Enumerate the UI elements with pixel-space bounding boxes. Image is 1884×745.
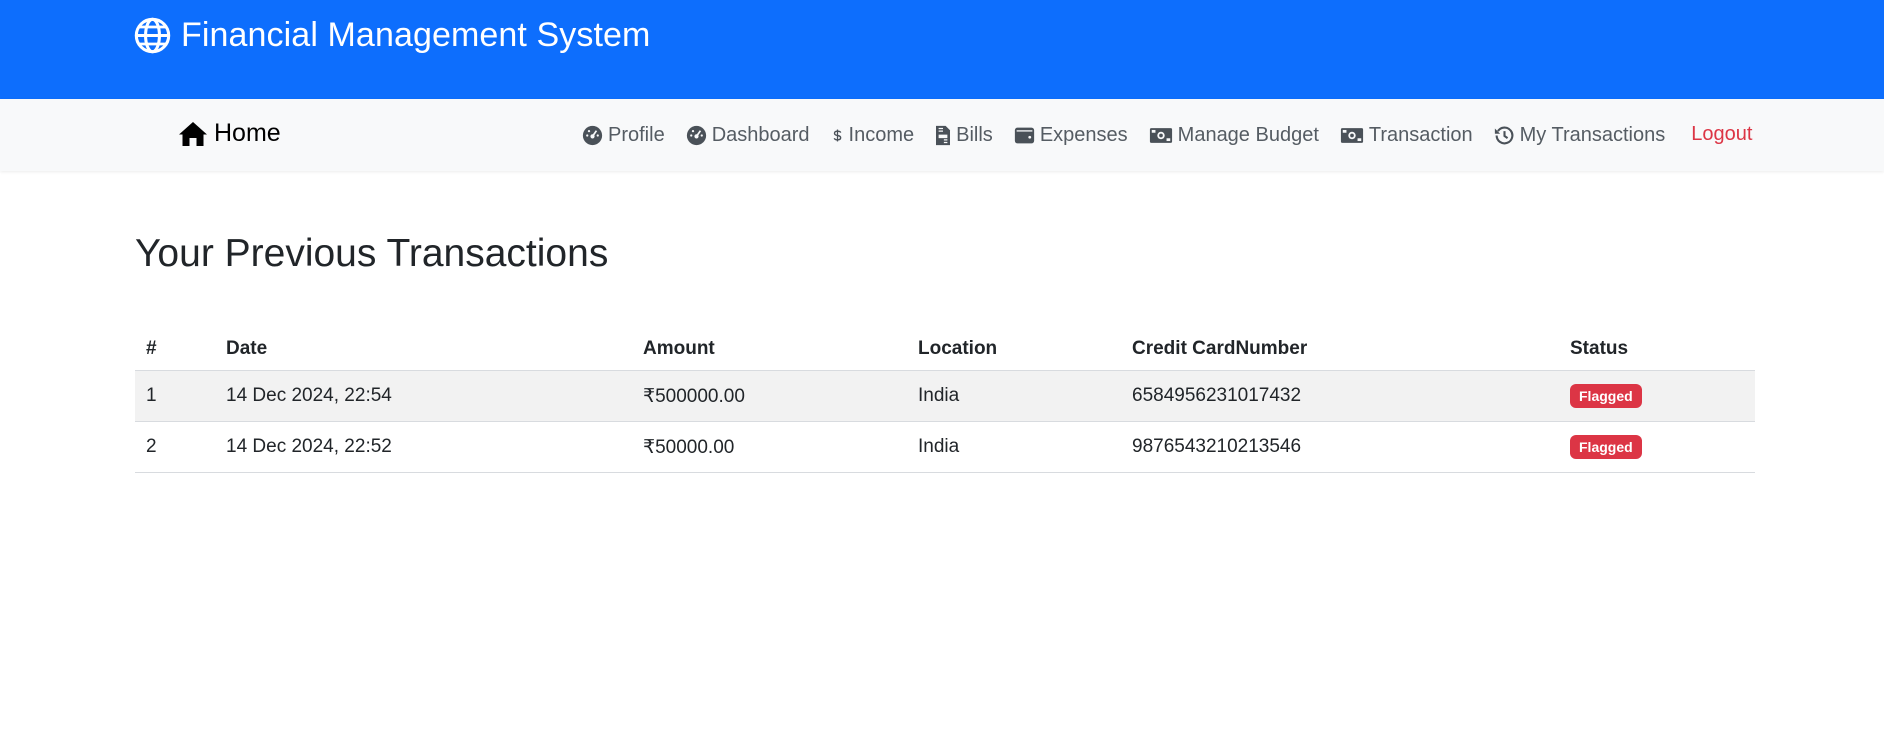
nav-item-label: Bills — [956, 123, 993, 146]
cell-status: Flagged — [1559, 421, 1755, 473]
nav-home-label: Home — [214, 119, 281, 147]
gauge-icon — [686, 125, 706, 145]
nav-menu: Profile Dashboard Income Bills Expenses … — [582, 120, 1752, 150]
cell-location: India — [907, 421, 1121, 473]
logout-link[interactable]: Logout — [1691, 123, 1752, 146]
column-header-date: Date — [215, 328, 632, 371]
navbar: Home Profile Dashboard Income Bills Expe… — [0, 99, 1884, 171]
nav-item-label: Manage Budget — [1177, 123, 1319, 146]
column-header-card-number: Credit CardNumber — [1121, 328, 1559, 371]
column-header-amount: Amount — [632, 328, 907, 371]
wallet-icon — [1014, 127, 1034, 143]
cell-amount: ₹500000.00 — [632, 370, 907, 422]
nav-item-dashboard[interactable]: Dashboard — [686, 124, 810, 147]
nav-item-label: Income — [848, 123, 915, 146]
nav-item-my-transactions[interactable]: My Transactions — [1494, 123, 1666, 147]
nav-item-label: Expenses — [1039, 123, 1128, 146]
app-title: Financial Management System — [181, 15, 651, 54]
money-bill-icon — [1149, 127, 1172, 143]
dollar-icon — [833, 129, 841, 141]
nav-item-label: Transaction — [1368, 123, 1473, 146]
brand[interactable]: Financial Management System — [134, 16, 650, 54]
table-row: 2 14 Dec 2024, 22:52 ₹50000.00 India 987… — [135, 421, 1755, 473]
column-header-status: Status — [1559, 328, 1755, 371]
cell-date: 14 Dec 2024, 22:54 — [215, 370, 632, 422]
nav-item-manage-budget[interactable]: Manage Budget — [1149, 124, 1319, 147]
cell-status: Flagged — [1559, 370, 1755, 422]
home-icon — [179, 121, 207, 146]
status-badge: Flagged — [1570, 384, 1642, 408]
table-header-row: # Date Amount Location Credit CardNumber… — [135, 328, 1755, 371]
page-title: Your Previous Transactions — [135, 232, 609, 275]
cell-card-number: 6584956231017432 — [1121, 370, 1559, 422]
nav-item-bills[interactable]: Bills — [935, 124, 993, 147]
gauge-icon — [582, 125, 603, 145]
nav-item-label: Dashboard — [711, 123, 810, 146]
nav-item-expenses[interactable]: Expenses — [1014, 124, 1128, 147]
column-header-location: Location — [907, 328, 1121, 371]
cell-date: 14 Dec 2024, 22:52 — [215, 421, 632, 473]
cell-number: 2 — [135, 421, 215, 473]
nav-item-label: Profile — [608, 123, 665, 146]
nav-home[interactable]: Home — [178, 119, 281, 148]
main-content: Your Previous Transactions # Date Amount… — [135, 232, 1755, 473]
column-header-number: # — [135, 328, 215, 371]
cell-number: 1 — [135, 370, 215, 422]
nav-item-transaction[interactable]: Transaction — [1340, 124, 1473, 147]
cell-location: India — [907, 370, 1121, 422]
nav-item-label: My Transactions — [1519, 123, 1666, 146]
transactions-table: # Date Amount Location Credit CardNumber… — [135, 328, 1755, 473]
app-header: Financial Management System — [0, 0, 1884, 99]
globe-icon — [134, 17, 171, 53]
money-bill-icon — [1340, 127, 1363, 143]
status-badge: Flagged — [1570, 435, 1642, 459]
history-icon — [1494, 126, 1514, 144]
table-row: 1 14 Dec 2024, 22:54 ₹500000.00 India 65… — [135, 370, 1755, 422]
invoice-icon — [936, 125, 951, 145]
nav-item-profile[interactable]: Profile — [582, 124, 665, 147]
cell-amount: ₹50000.00 — [632, 421, 907, 473]
nav-item-income[interactable]: Income — [831, 123, 915, 147]
cell-card-number: 9876543210213546 — [1121, 421, 1559, 473]
